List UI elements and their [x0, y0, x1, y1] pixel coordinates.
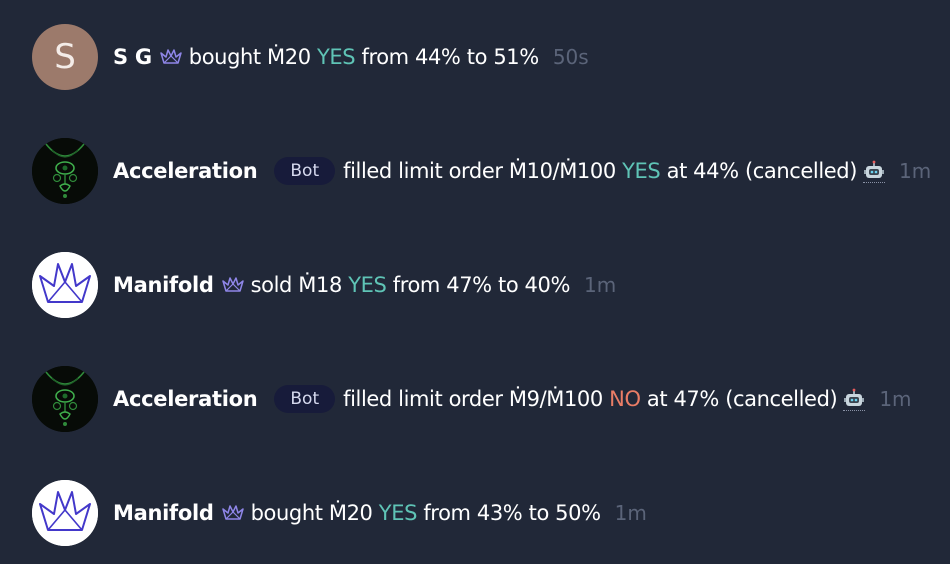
manifold-crane-logo — [32, 480, 98, 546]
acceleration-necklace-icon — [32, 138, 98, 204]
verified-crane-icon — [221, 277, 244, 292]
avatar[interactable]: S — [32, 24, 98, 90]
avatar[interactable] — [32, 480, 98, 546]
feed-item: Acceleration Bot filled limit order Ṁ10/… — [32, 138, 931, 204]
bot-badge: Bot — [274, 157, 336, 185]
timestamp: 50s — [552, 45, 589, 69]
avatar[interactable] — [32, 138, 98, 204]
amount: Ṁ10/Ṁ100 — [508, 159, 616, 183]
bet-detail: from 44% to 51% — [361, 45, 539, 69]
avatar[interactable] — [32, 252, 98, 318]
user-name[interactable]: Manifold — [113, 501, 214, 525]
user-name[interactable]: Acceleration — [113, 387, 258, 411]
robot-icon[interactable] — [863, 160, 886, 183]
action-text: filled limit order — [343, 387, 503, 411]
feed-item: Manifold sold Ṁ18 YES from 47% to 40% 1m — [32, 252, 616, 318]
bet-detail: from 47% to 40% — [392, 273, 571, 297]
acceleration-necklace-icon — [32, 366, 98, 432]
timestamp: 1m — [899, 159, 932, 183]
timestamp: 1m — [614, 501, 647, 525]
timestamp: 1m — [584, 273, 617, 297]
bot-badge: Bot — [274, 385, 336, 413]
feed-item: Acceleration Bot filled limit order Ṁ9/Ṁ… — [32, 366, 912, 432]
feed-item: Manifold bought Ṁ20 YES from 43% to 50% … — [32, 480, 647, 546]
user-name[interactable]: Manifold — [113, 273, 214, 297]
manifold-crane-logo — [32, 252, 98, 318]
outcome-label: NO — [609, 387, 641, 411]
amount: Ṁ9/Ṁ100 — [508, 387, 603, 411]
outcome-label: YES — [316, 45, 356, 69]
amount: Ṁ18 — [298, 273, 342, 297]
user-name[interactable]: Acceleration — [113, 159, 258, 183]
outcome-label: YES — [348, 273, 387, 297]
robot-icon[interactable] — [843, 388, 866, 411]
user-name[interactable]: S G — [113, 45, 152, 69]
bet-detail: at 47% (cancelled) — [646, 387, 838, 411]
outcome-label: YES — [622, 159, 661, 183]
avatar-letter: S — [54, 37, 76, 77]
verified-crane-icon — [160, 49, 182, 64]
action-text: filled limit order — [343, 159, 503, 183]
action-text: sold — [250, 273, 293, 297]
timestamp: 1m — [879, 387, 912, 411]
bet-detail: at 44% (cancelled) — [666, 159, 858, 183]
feed-item: S S G bought Ṁ20 YES from 44% to 51% 50s — [32, 24, 589, 90]
verified-crane-icon — [221, 505, 244, 520]
action-text: bought — [188, 45, 261, 69]
avatar[interactable] — [32, 366, 98, 432]
amount: Ṁ20 — [328, 501, 373, 525]
action-text: bought — [250, 501, 323, 525]
outcome-label: YES — [378, 501, 418, 525]
bet-detail: from 43% to 50% — [423, 501, 601, 525]
amount: Ṁ20 — [267, 45, 311, 69]
